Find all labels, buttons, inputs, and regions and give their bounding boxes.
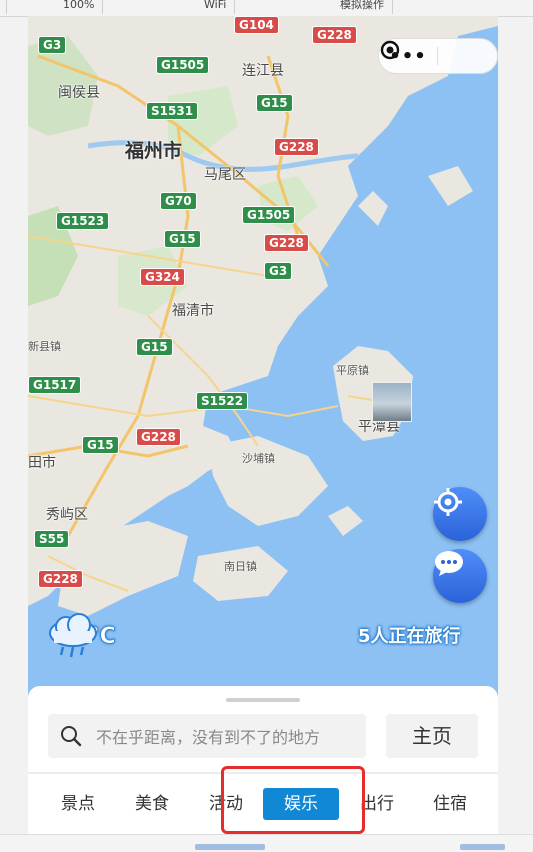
place-label: 马尾区 <box>204 167 246 183</box>
capsule-divider <box>437 47 438 65</box>
road-shield: S55 <box>34 530 70 548</box>
place-label: 田市 <box>28 455 56 471</box>
phone-frame: 闽侯县 连江县 福州市 马尾区 福清市 新县镇 平原镇 平潭县 沙埔镇 秀屿区 … <box>28 16 498 834</box>
road-shield: G3 <box>38 36 67 54</box>
search-placeholder: 不在乎距离，没有到不了的地方 <box>96 728 321 747</box>
rain-cloud-icon <box>49 613 97 658</box>
chat-button[interactable] <box>433 549 487 603</box>
tab-food[interactable]: 美食 <box>114 788 190 820</box>
chat-bubble-icon <box>435 551 463 576</box>
devtools-toolbar: 100% WiFi 模拟操作 <box>0 0 533 17</box>
miniprogram-capsule: ••• <box>378 38 498 74</box>
road-shield: G15 <box>82 436 119 454</box>
road-shield: G228 <box>274 138 319 156</box>
road-shield: G324 <box>140 268 185 286</box>
tab-lodging[interactable]: 住宿 <box>412 788 488 820</box>
road-shield: G1505 <box>156 56 210 74</box>
place-label-city: 福州市 <box>125 140 183 162</box>
road-shield: G228 <box>264 234 309 252</box>
search-input[interactable]: 不在乎距离，没有到不了的地方 <box>48 714 366 758</box>
place-label: 新县镇 <box>28 340 61 353</box>
sheet-drag-handle[interactable] <box>226 698 300 702</box>
devtools-segment[interactable] <box>0 0 7 14</box>
photo-marker[interactable] <box>372 382 412 422</box>
road-shield: G104 <box>234 16 279 34</box>
road-shield: G3 <box>264 262 293 280</box>
search-icon <box>61 726 82 747</box>
weather-widget: 26°C <box>46 611 206 661</box>
road-shield: G1517 <box>28 376 82 394</box>
devtools-zoom[interactable]: 100% <box>55 0 104 14</box>
devtools-link[interactable] <box>460 844 505 850</box>
road-shield: G15 <box>164 230 201 248</box>
map-view[interactable]: 闽侯县 连江县 福州市 马尾区 福清市 新县镇 平原镇 平潭县 沙埔镇 秀屿区 … <box>28 16 498 706</box>
road-shield: G228 <box>38 570 83 588</box>
devtools-link[interactable] <box>195 844 265 850</box>
road-shield: G15 <box>256 94 293 112</box>
place-label: 闽侯县 <box>58 85 100 101</box>
devtools-network[interactable]: WiFi <box>196 0 236 14</box>
place-label: 秀屿区 <box>46 507 88 523</box>
tab-scenic[interactable]: 景点 <box>40 788 116 820</box>
road-shield: G228 <box>136 428 181 446</box>
road-shield: G1523 <box>56 212 110 230</box>
place-label: 南日镇 <box>224 560 257 573</box>
locate-crosshair-icon <box>434 488 462 516</box>
road-shield: G70 <box>160 192 197 210</box>
place-label: 连江县 <box>242 63 284 79</box>
devtools-bottom-strip <box>0 834 533 852</box>
road-shield: G1505 <box>242 206 296 224</box>
road-shield: S1531 <box>146 102 199 120</box>
map-basemap <box>28 16 498 706</box>
road-shield: S1522 <box>196 392 249 410</box>
travelers-count-label[interactable]: 5人正在旅行 <box>358 622 461 648</box>
home-button[interactable]: 主页 <box>386 714 478 758</box>
place-label: 沙埔镇 <box>242 452 275 465</box>
annotation-highlight-box <box>221 766 365 834</box>
place-label: 福清市 <box>172 303 214 319</box>
locate-button[interactable] <box>433 487 487 541</box>
road-shield: G15 <box>136 338 173 356</box>
place-label: 平原镇 <box>336 364 369 377</box>
devtools-simulate[interactable]: 模拟操作 <box>332 0 393 14</box>
road-shield: G228 <box>312 26 357 44</box>
